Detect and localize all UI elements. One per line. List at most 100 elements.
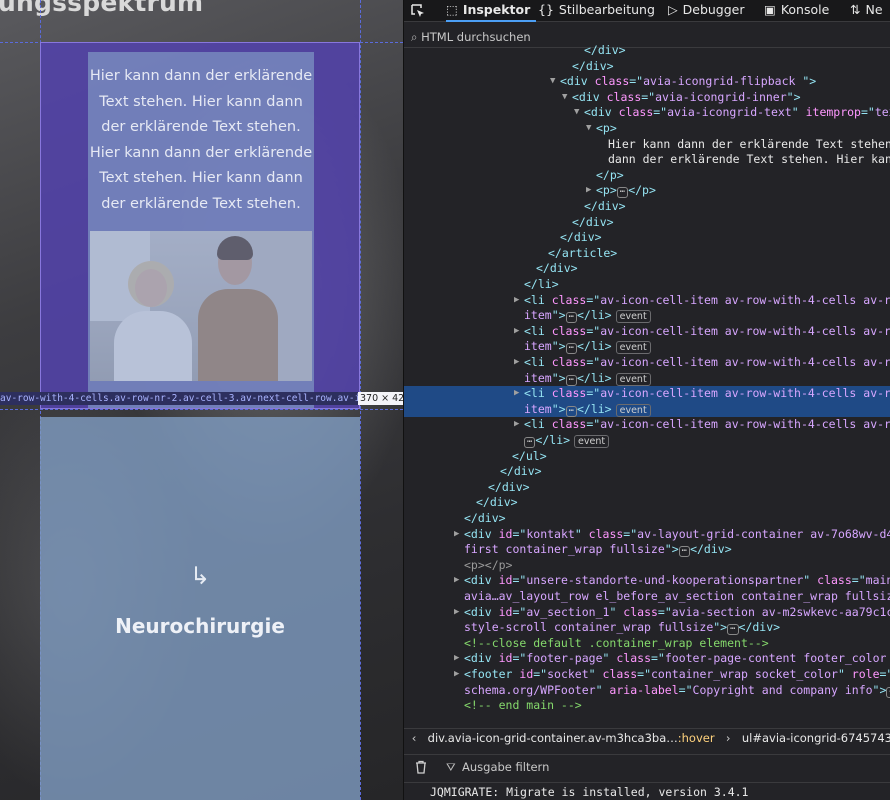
tree-row[interactable]: ▶ <footer id="socket" class="container_wr…: [404, 667, 890, 683]
tree-row[interactable]: schema.org/WPFooter" aria-label="Copyrig…: [404, 683, 890, 699]
tree-row[interactable]: ▶ <div id="unsere-standorte-und-kooperati…: [404, 573, 890, 589]
tree-row[interactable]: </p>: [404, 168, 890, 184]
tree-row[interactable]: </div>: [404, 199, 890, 215]
collapsed-content-icon[interactable]: ⋯: [886, 686, 890, 698]
tree-row[interactable]: </div>: [404, 511, 890, 527]
tab-konsole[interactable]: ▣ Konsole: [764, 0, 829, 22]
tree-row[interactable]: ▼ <p>: [404, 121, 890, 137]
expand-arrow-right-icon[interactable]: ▶: [454, 605, 459, 621]
collapsed-content-icon[interactable]: ⋯: [565, 405, 577, 417]
selected-tree-row[interactable]: ▶ <li class="av-icon-cell-item av-row-wit…: [404, 386, 890, 402]
tree-token: <!--close default .container_wrap elemen…: [464, 635, 769, 650]
collapsed-content-icon[interactable]: ⋯: [616, 187, 629, 199]
collapsed-content-icon[interactable]: ⋯: [565, 374, 577, 386]
event-badge[interactable]: event: [615, 372, 651, 386]
tree-row[interactable]: ▶ <li class="av-icon-cell-item av-row-wit…: [404, 293, 890, 309]
expand-arrow-down-icon[interactable]: ▼: [574, 105, 579, 121]
tree-token: itemprop: [805, 105, 861, 120]
tree-row[interactable]: avia…av_layout_row el_before_av_section …: [404, 589, 890, 605]
tree-token: <div: [464, 526, 499, 541]
tree-row[interactable]: ▼ <div class="avia-icongrid-text" itempro…: [404, 105, 890, 121]
tree-row[interactable]: dann der erklärende Text stehen. Hier ka…: [404, 152, 890, 168]
tree-row[interactable]: ▼ <div class="avia-icongrid-inner">: [404, 90, 890, 106]
tree-row[interactable]: </div>: [404, 43, 890, 59]
tree-row[interactable]: </div>: [404, 480, 890, 496]
tree-token: ": [803, 573, 818, 588]
tree-row[interactable]: </ul>: [404, 449, 890, 465]
tree-token: </div>: [488, 479, 530, 494]
event-badge[interactable]: event: [574, 435, 610, 448]
tree-row-content: <div id="kontakt" class="av-layout-grid-…: [464, 527, 890, 543]
tree-row[interactable]: </li>: [404, 277, 890, 293]
tree-token: class: [551, 323, 587, 338]
tree-row[interactable]: <!-- end main -->: [404, 698, 890, 714]
tree-row[interactable]: item"> ⋯ </li> event: [404, 339, 890, 355]
expand-arrow-right-icon[interactable]: ▶: [586, 183, 591, 199]
tree-row[interactable]: ▶ <li class="av-icon-cell-item av-row-wit…: [404, 355, 890, 371]
tree-token: avia-icongrid-flipback: [643, 74, 803, 89]
tab-inspektor[interactable]: ⬚ Inspektor: [446, 0, 537, 22]
breadcrumb-back-icon[interactable]: ‹: [404, 729, 424, 747]
expand-arrow-right-icon[interactable]: ▶: [454, 667, 459, 683]
tree-row[interactable]: ▶ <li class="av-icon-cell-item av-row-wit…: [404, 417, 890, 433]
event-badge[interactable]: event: [615, 310, 651, 324]
tree-row[interactable]: item"> ⋯ </li> event: [404, 371, 890, 387]
expand-arrow-right-icon[interactable]: ▶: [454, 527, 459, 543]
expand-arrow-right-icon[interactable]: ▶: [514, 324, 519, 340]
event-badge[interactable]: event: [615, 403, 651, 417]
tree-row[interactable]: </div>: [404, 230, 890, 246]
tree-row[interactable]: </article>: [404, 246, 890, 262]
expand-arrow-right-icon[interactable]: ▶: [514, 386, 519, 402]
tree-row[interactable]: ▶ <div id="footer-page" class="footer-pag…: [404, 651, 890, 667]
tree-row[interactable]: </div>: [404, 261, 890, 277]
tree-row[interactable]: </div>: [404, 495, 890, 511]
cell-description: Hier kann dann der erklärende Text stehe…: [89, 68, 313, 212]
tree-row[interactable]: ⋯ </li> event: [404, 433, 890, 449]
expand-arrow-down-icon[interactable]: ▼: [550, 74, 555, 90]
tree-row[interactable]: </div>: [404, 59, 890, 75]
inspector-icon: ⬚: [446, 2, 458, 17]
tree-row[interactable]: style-scroll container_wrap fullsize"> ⋯ <…: [404, 620, 890, 636]
expand-arrow-right-icon[interactable]: ▶: [454, 651, 459, 667]
tree-row-content: avia…av_layout_row el_before_av_section …: [464, 589, 890, 605]
tree-token: =": [586, 386, 601, 401]
trash-icon[interactable]: [414, 755, 428, 782]
console-filter-input[interactable]: Ausgabe filtern: [462, 755, 549, 779]
tree-row[interactable]: first container_wrap fullsize"> ⋯ </div>: [404, 542, 890, 558]
tree-row[interactable]: ▶ <p> ⋯ </p>: [404, 183, 890, 199]
collapsed-content-icon[interactable]: ⋯: [524, 437, 536, 448]
tab-stilbearbeitung[interactable]: {} Stilbearbeitung: [538, 0, 655, 22]
tree-row[interactable]: ▶ <div id="kontakt" class="av-layout-grid…: [404, 527, 890, 543]
tab-debugger[interactable]: ▷ Debugger: [668, 0, 745, 22]
tree-token: <div: [584, 105, 619, 120]
grid-cell-neurochirurgie[interactable]: [40, 417, 360, 800]
tree-row[interactable]: ▶ <li class="av-icon-cell-item av-row-wit…: [404, 324, 890, 340]
tree-row[interactable]: <p></p>: [404, 558, 890, 574]
tree-row[interactable]: ▼ <div class="avia-icongrid-flipback ">: [404, 74, 890, 90]
collapsed-content-icon[interactable]: ⋯: [727, 624, 739, 636]
expand-arrow-right-icon[interactable]: ▶: [514, 293, 519, 309]
collapsed-content-icon[interactable]: ⋯: [678, 546, 691, 558]
element-picker-icon[interactable]: [410, 0, 426, 22]
expand-arrow-right-icon[interactable]: ▶: [454, 573, 459, 589]
tree-row[interactable]: </div>: [404, 215, 890, 231]
tree-row[interactable]: ▶ <div id="av_section_1" class="avia-sect…: [404, 605, 890, 621]
selected-tree-row[interactable]: item"> ⋯ </li> event: [404, 401, 890, 418]
tree-row[interactable]: <!--close default .container_wrap elemen…: [404, 636, 890, 652]
event-badge[interactable]: event: [615, 341, 651, 355]
tree-row-content: <li class="av-icon-cell-item av-row-with…: [524, 293, 890, 309]
expand-arrow-down-icon[interactable]: ▼: [562, 90, 567, 106]
tree-row[interactable]: Hier kann dann der erklärende Text stehe…: [404, 137, 890, 153]
expand-arrow-right-icon[interactable]: ▶: [514, 417, 519, 433]
breadcrumb-item-div[interactable]: div.avia-icon-grid-container.av-m3hca3ba…: [428, 731, 678, 745]
tree-row[interactable]: item"> ⋯ </li> event: [404, 308, 890, 324]
expand-arrow-down-icon[interactable]: ▼: [586, 121, 591, 137]
markup-tree[interactable]: </div> </div> ▼ <div class="avia-icongrid-f…: [404, 43, 890, 733]
collapsed-content-icon[interactable]: ⋯: [565, 343, 577, 355]
collapsed-content-icon[interactable]: ⋯: [565, 312, 577, 324]
console-toolbar: ⛛ Ausgabe filtern: [404, 754, 890, 778]
tree-row[interactable]: </div>: [404, 464, 890, 480]
expand-arrow-right-icon[interactable]: ▶: [514, 355, 519, 371]
breadcrumb-item-ul[interactable]: ul#avia-icongrid-6745743fb18: [742, 731, 890, 745]
tab-netzwerk[interactable]: ⇅ Ne: [850, 0, 883, 22]
